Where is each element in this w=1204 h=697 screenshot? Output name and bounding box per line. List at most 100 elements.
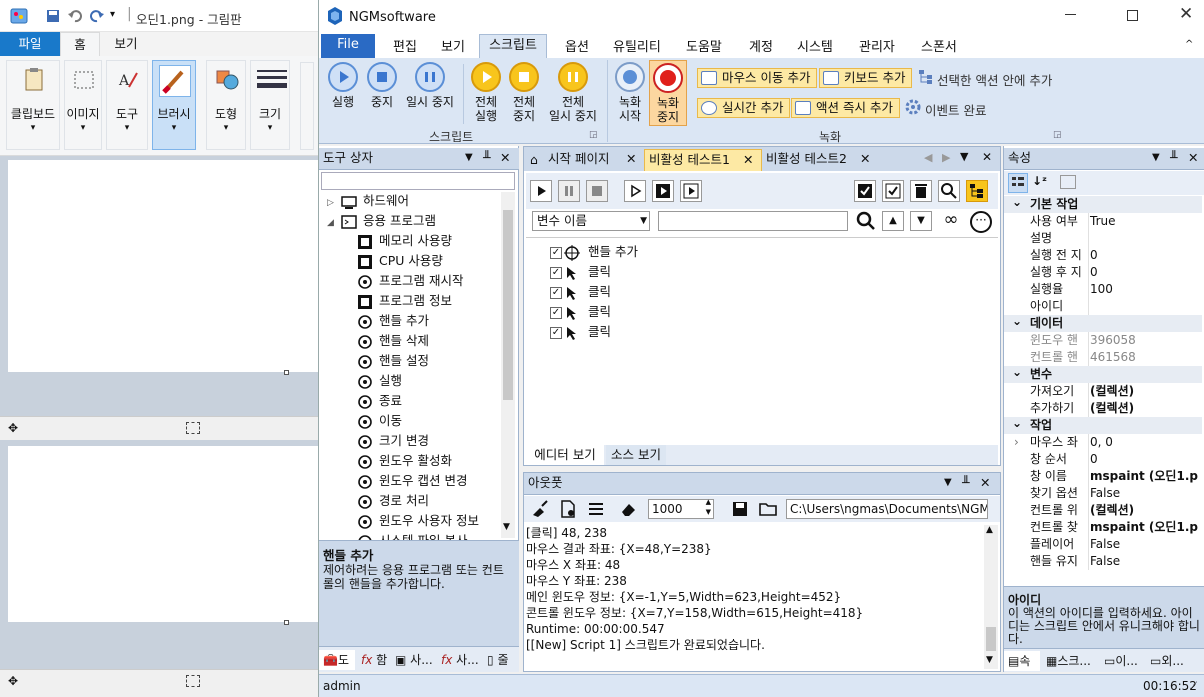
property-value[interactable]: 0	[1090, 451, 1098, 468]
save-icon[interactable]	[46, 9, 60, 23]
paint-canvas[interactable]	[8, 160, 318, 372]
property-category[interactable]: ⌄ 변수	[1004, 365, 1202, 383]
menu-file[interactable]: File	[321, 34, 375, 58]
property-row[interactable]: › 마우스 좌 0, 0	[1004, 434, 1202, 451]
property-value[interactable]: 461568	[1090, 349, 1136, 366]
property-value[interactable]: 0	[1090, 264, 1098, 281]
action-checkbox[interactable]: ✓	[550, 246, 562, 259]
menu-edit[interactable]: 편집	[393, 36, 417, 55]
property-row[interactable]: 찾기 옵션 False	[1004, 485, 1202, 502]
editor-pause-button[interactable]	[558, 180, 580, 202]
toolbox-item[interactable]: 윈도우 사용자 정보	[319, 511, 501, 531]
variable-input[interactable]	[658, 211, 848, 231]
property-row[interactable]: 실행 전 지 0	[1004, 247, 1202, 264]
menu-admin[interactable]: 관리자	[859, 36, 895, 55]
paint-tab-file[interactable]: 파일	[0, 32, 60, 56]
toolbox-item[interactable]: 윈도우 활성화	[319, 451, 501, 471]
scroll-down-icon[interactable]: ▼	[503, 522, 510, 532]
action-item[interactable]: ✓ 클릭	[550, 302, 611, 322]
tab-user-2[interactable]: fx 사...	[437, 650, 481, 670]
property-value[interactable]: True	[1090, 213, 1116, 230]
add-mouse-move-button[interactable]: 마우스 이동 추가	[697, 68, 818, 88]
tab-close-icon[interactable]: ✕	[743, 150, 753, 170]
collapse-icon[interactable]: ⌄	[1012, 194, 1022, 211]
tab-inactive-test-2[interactable]: 비활성 테스트2 ✕	[764, 149, 880, 171]
tab-inactive-test-1[interactable]: 비활성 테스트1 ✕	[644, 149, 762, 171]
property-value[interactable]: mspaint (오딘1.p	[1090, 519, 1198, 536]
tab-list-icon[interactable]: ▼	[960, 150, 968, 163]
add-in-selected-action[interactable]: 선택한 액션 안에 추가	[937, 70, 1052, 89]
editor-stop-button[interactable]	[586, 180, 608, 202]
search-action-button[interactable]	[938, 180, 960, 202]
pause-button[interactable]: 일시 중지	[403, 62, 457, 109]
property-row[interactable]: 설명	[1004, 230, 1202, 247]
toolbox-item[interactable]: 윈도우 캡션 변경	[319, 471, 501, 491]
minimize-icon[interactable]	[1065, 14, 1076, 15]
toolbox-item[interactable]: 이동	[319, 411, 501, 431]
toolbox-item[interactable]: 핸들 설정	[319, 351, 501, 371]
property-value[interactable]: 100	[1090, 281, 1113, 298]
property-row[interactable]: 컨트롤 핸 461568	[1004, 349, 1202, 366]
tab-image[interactable]: ▭이...	[1100, 651, 1144, 671]
loop-icon[interactable]: ∞	[938, 211, 964, 231]
folder-icon[interactable]	[758, 499, 778, 519]
output-line-count-input[interactable]: 1000 ▲ ▼	[648, 498, 714, 519]
property-value[interactable]: False	[1090, 536, 1120, 553]
action-item[interactable]: ✓ 클릭	[550, 322, 611, 342]
all-stop-button[interactable]: 전체 중지	[507, 62, 541, 123]
scrollbar-thumb[interactable]	[986, 627, 996, 651]
tab-close-icon[interactable]: ✕	[860, 149, 870, 169]
toolbox-item[interactable]: ▷ 하드웨어	[319, 191, 501, 211]
tab-scroll-left-icon[interactable]: ◀	[924, 151, 932, 164]
property-value[interactable]: 0	[1090, 247, 1098, 264]
collapse-icon[interactable]: ⌄	[1012, 313, 1022, 330]
menu-options[interactable]: 옵션	[565, 36, 589, 55]
tab-toolbox[interactable]: 🧰도	[319, 650, 355, 670]
tab-source-view[interactable]: 소스 보기	[606, 445, 666, 465]
toolbox-scrollbar[interactable]: ▼	[501, 192, 515, 538]
property-row[interactable]: 실행 후 지 0	[1004, 264, 1202, 281]
paint-image-button[interactable]: 이미지 ▾	[64, 60, 102, 150]
maximize-icon[interactable]	[1127, 10, 1138, 21]
move-down-button[interactable]: ▼	[910, 211, 932, 231]
paint-shapes-button[interactable]: 도형 ▾	[206, 60, 246, 150]
property-value[interactable]: 396058	[1090, 332, 1136, 349]
property-row[interactable]: 컨트롤 위 (컬렉션)	[1004, 502, 1202, 519]
toolbox-item[interactable]: 종료	[319, 391, 501, 411]
property-row[interactable]: 창 이름 mspaint (오딘1.p	[1004, 468, 1202, 485]
tab-external[interactable]: ▭외...	[1146, 651, 1204, 671]
property-row[interactable]: 플레이어 False	[1004, 536, 1202, 553]
property-value[interactable]: (컬렉션)	[1090, 400, 1134, 417]
property-category[interactable]: ⌄ 데이터	[1004, 313, 1202, 332]
tab-scroll-right-icon[interactable]: ▶	[942, 151, 950, 164]
save-output-icon[interactable]	[730, 499, 750, 519]
menu-account[interactable]: 계정	[749, 36, 773, 55]
action-checkbox[interactable]: ✓	[550, 326, 562, 339]
paint-clipboard-button[interactable]: 클립보드 ▾	[6, 60, 60, 150]
scroll-up-icon[interactable]: ▲	[986, 525, 993, 535]
scroll-down-icon[interactable]: ▼	[986, 655, 993, 665]
expand-icon[interactable]: ▷	[327, 193, 341, 213]
paint-tools-button[interactable]: A 도구 ▾	[106, 60, 148, 150]
canvas-resize-handle[interactable]	[284, 370, 289, 375]
record-stop-button[interactable]: 녹화 중지	[649, 60, 687, 126]
pin-icon[interactable]: ╨	[483, 148, 491, 168]
property-value[interactable]: 0, 0	[1090, 434, 1113, 451]
tab-close-icon[interactable]: ✕	[626, 149, 636, 169]
tab-editor-view[interactable]: 에디터 보기	[526, 445, 604, 465]
editor-play-button[interactable]	[530, 180, 552, 202]
pane-close-icon[interactable]: ✕	[1188, 148, 1198, 168]
record-start-button[interactable]: 녹화 시작	[613, 62, 647, 123]
redo-icon[interactable]	[90, 9, 104, 23]
variable-select[interactable]: 변수 이름 ▼	[532, 211, 650, 231]
tab-lines[interactable]: ▯ 줄	[483, 650, 519, 670]
toolbox-item[interactable]: 크기 변경	[319, 431, 501, 451]
menu-utility[interactable]: 유틸리티	[613, 36, 661, 55]
menu-system[interactable]: 시스템	[797, 36, 833, 55]
property-category[interactable]: ⌄ 기본 작업	[1004, 194, 1202, 213]
toolbox-item[interactable]: 메모리 사용량	[319, 231, 501, 251]
scrollbar-thumb[interactable]	[503, 210, 513, 400]
toolbox-item[interactable]: 경로 처리	[319, 491, 501, 511]
pane-dropdown-icon[interactable]: ▼	[1152, 148, 1160, 168]
property-row[interactable]: 컨트롤 찾 mspaint (오딘1.p	[1004, 519, 1202, 536]
